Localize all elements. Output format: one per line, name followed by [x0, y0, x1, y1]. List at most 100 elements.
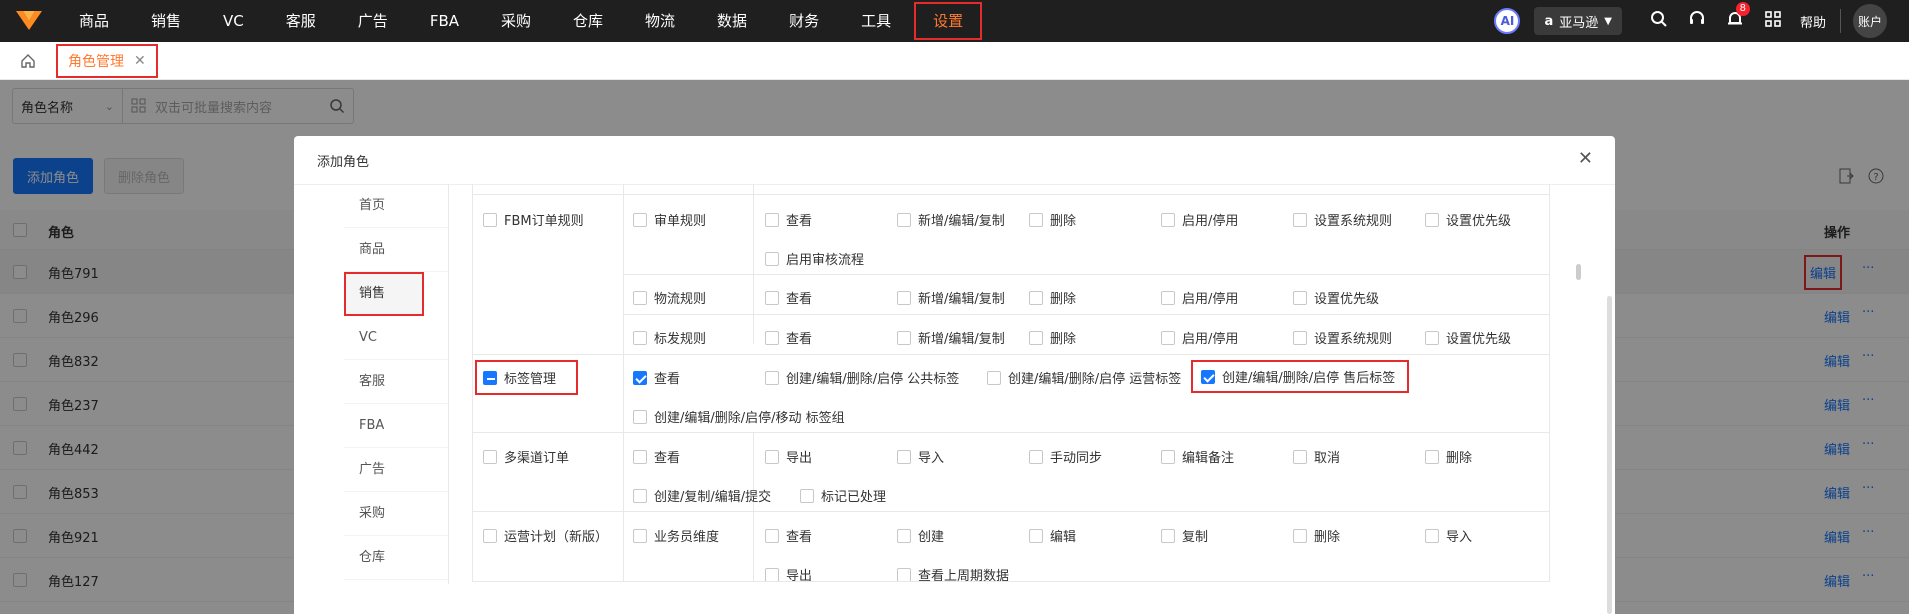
perm-mc-mark-processed[interactable]: 标记已处理 — [800, 486, 886, 505]
nav-item-ads[interactable]: 广告 — [337, 0, 409, 42]
nav-item-finance[interactable]: 财务 — [768, 0, 840, 42]
perm-view[interactable]: 查看 — [765, 328, 812, 347]
perm-op-edit[interactable]: 编辑 — [1029, 526, 1076, 545]
headset-icon[interactable] — [1678, 10, 1716, 33]
perm-set-sys-rules[interactable]: 设置系统规则 — [1293, 328, 1392, 347]
perm-tag-aftersale[interactable]: 创建/编辑/删除/启停 售后标签 — [1191, 360, 1410, 393]
checkbox[interactable] — [1425, 330, 1439, 345]
perm-op-delete[interactable]: 删除 — [1293, 526, 1340, 545]
perm-tag-mgmt[interactable]: 标签管理 — [475, 360, 579, 395]
checkbox[interactable] — [1161, 212, 1175, 227]
perm-add-edit-copy[interactable]: 新增/编辑/复制 — [897, 328, 1005, 347]
perm-enable-disable[interactable]: 启用/停用 — [1161, 210, 1238, 229]
perm-op-create[interactable]: 创建 — [897, 526, 944, 545]
checkbox[interactable] — [1293, 212, 1307, 227]
perm-op-view-last-period[interactable]: 查看上周期数据 — [897, 565, 1009, 581]
checkbox[interactable] — [633, 409, 647, 424]
checkbox[interactable] — [633, 330, 647, 345]
checkbox[interactable] — [483, 370, 497, 385]
checkbox[interactable] — [1293, 330, 1307, 345]
checkbox[interactable] — [897, 528, 911, 543]
checkbox[interactable] — [1029, 528, 1043, 543]
checkbox[interactable] — [1029, 330, 1043, 345]
checkbox[interactable] — [765, 449, 779, 464]
checkbox[interactable] — [897, 212, 911, 227]
store-selector[interactable]: a 亚马逊 ▼ — [1534, 7, 1622, 35]
perm-delete[interactable]: 删除 — [1029, 328, 1076, 347]
perm-enable-disable[interactable]: 启用/停用 — [1161, 288, 1238, 307]
bell-icon[interactable]: 8 — [1716, 1, 1754, 33]
menu-item-fba[interactable]: FBA — [344, 404, 448, 448]
perm-tag-group[interactable]: 创建/编辑/删除/启停/移动 标签组 — [633, 407, 845, 426]
checkbox[interactable] — [1029, 212, 1043, 227]
perm-mc-create-submit[interactable]: 创建/复制/编辑/提交 — [633, 486, 771, 505]
tab-role-management[interactable]: 角色管理 ✕ — [56, 43, 158, 78]
checkbox[interactable] — [1161, 449, 1175, 464]
nav-item-tools[interactable]: 工具 — [840, 0, 912, 42]
checkbox[interactable] — [483, 449, 497, 464]
checkbox[interactable] — [1425, 449, 1439, 464]
perm-mc-import[interactable]: 导入 — [897, 447, 944, 466]
nav-item-vc[interactable]: VC — [202, 0, 265, 42]
checkbox[interactable] — [1293, 528, 1307, 543]
checkbox[interactable] — [1425, 528, 1439, 543]
checkbox[interactable] — [765, 251, 779, 266]
nav-item-sales[interactable]: 销售 — [130, 0, 202, 42]
nav-item-fba[interactable]: FBA — [409, 0, 480, 42]
nav-item-logistics[interactable]: 物流 — [624, 0, 696, 42]
checkbox[interactable] — [765, 290, 779, 305]
nav-item-settings[interactable]: 设置 — [912, 0, 984, 42]
perm-add-edit-copy[interactable]: 新增/编辑/复制 — [897, 210, 1005, 229]
perm-multichannel[interactable]: 多渠道订单 — [483, 447, 569, 466]
perm-set-priority[interactable]: 设置优先级 — [1293, 288, 1379, 307]
checkbox[interactable] — [1029, 449, 1043, 464]
checkbox[interactable] — [897, 330, 911, 345]
perm-set-priority[interactable]: 设置优先级 — [1425, 328, 1511, 347]
checkbox[interactable] — [633, 488, 647, 503]
search-icon[interactable] — [1640, 10, 1678, 33]
checkbox[interactable] — [633, 449, 647, 464]
menu-item-ads[interactable]: 广告 — [344, 448, 448, 492]
checkbox[interactable] — [633, 370, 647, 385]
tab-close-icon[interactable]: ✕ — [134, 53, 146, 69]
perm-mc-view[interactable]: 查看 — [633, 447, 680, 466]
perm-enable-review-flow[interactable]: 启用审核流程 — [765, 249, 864, 268]
perm-mc-delete[interactable]: 删除 — [1425, 447, 1472, 466]
menu-item-warehouse[interactable]: 仓库 — [344, 536, 448, 580]
checkbox[interactable] — [765, 567, 779, 581]
perm-mc-cancel[interactable]: 取消 — [1293, 447, 1340, 466]
perm-tag-ops[interactable]: 创建/编辑/删除/启停 运营标签 — [987, 368, 1181, 387]
checkbox[interactable] — [1029, 290, 1043, 305]
nav-item-warehouse[interactable]: 仓库 — [552, 0, 624, 42]
menu-item-vc[interactable]: VC — [344, 316, 448, 360]
nav-item-service[interactable]: 客服 — [265, 0, 337, 42]
perm-tag-public[interactable]: 创建/编辑/删除/启停 公共标签 — [765, 368, 959, 387]
perm-ops-plan[interactable]: 运营计划（新版） — [483, 526, 608, 545]
perm-op-view[interactable]: 查看 — [765, 526, 812, 545]
perm-shipping-rules[interactable]: 标发规则 — [633, 328, 706, 347]
perm-fbm-rules[interactable]: FBM订单规则 — [483, 210, 584, 229]
checkbox[interactable] — [800, 488, 814, 503]
perm-op-import[interactable]: 导入 — [1425, 526, 1472, 545]
perm-view[interactable]: 查看 — [765, 288, 812, 307]
apps-grid-icon[interactable] — [1754, 10, 1792, 33]
perm-review-rules[interactable]: 审单规则 — [633, 210, 706, 229]
perm-mc-manual-sync[interactable]: 手动同步 — [1029, 447, 1102, 466]
checkbox[interactable] — [483, 528, 497, 543]
perm-view[interactable]: 查看 — [765, 210, 812, 229]
nav-item-goods[interactable]: 商品 — [58, 0, 130, 42]
perm-op-export[interactable]: 导出 — [765, 565, 812, 581]
perm-delete[interactable]: 删除 — [1029, 288, 1076, 307]
checkbox[interactable] — [483, 212, 497, 227]
menu-item-sales[interactable]: 销售 — [344, 272, 424, 316]
perm-set-priority[interactable]: 设置优先级 — [1425, 210, 1511, 229]
ai-button[interactable]: AI — [1494, 8, 1521, 34]
checkbox[interactable] — [1293, 449, 1307, 464]
checkbox[interactable] — [1161, 528, 1175, 543]
logo[interactable] — [0, 0, 58, 42]
checkbox[interactable] — [1425, 212, 1439, 227]
checkbox[interactable] — [765, 528, 779, 543]
checkbox[interactable] — [1161, 330, 1175, 345]
nav-item-purchase[interactable]: 采购 — [480, 0, 552, 42]
checkbox[interactable] — [765, 330, 779, 345]
